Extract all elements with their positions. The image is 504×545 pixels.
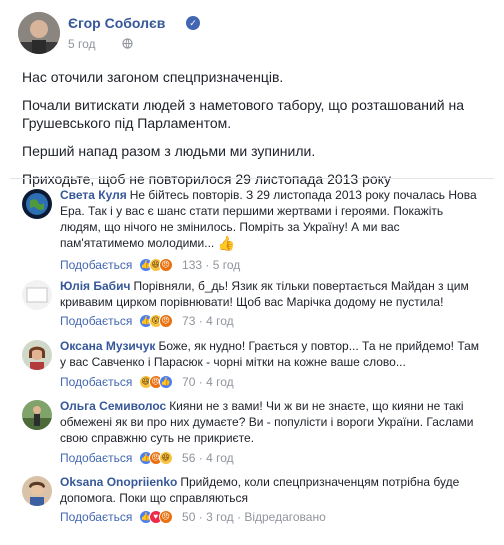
commenter-avatar[interactable] [22, 189, 52, 219]
comment-time[interactable]: 3 год [206, 510, 234, 524]
reactions-summary[interactable]: 👍 ♥ 😠 [138, 510, 177, 524]
angry-reaction-icon: 😠 [158, 314, 173, 328]
reactions-summary[interactable]: 👍 😆 😠 [138, 258, 177, 272]
separator-dot: · [236, 510, 241, 524]
commenter-avatar[interactable] [22, 400, 52, 430]
comments-divider [10, 178, 494, 179]
comment-time[interactable]: 4 год [206, 314, 234, 328]
comment-actions: Подобається 😆 😠 👍 70 · 4 год [60, 374, 234, 390]
comment-actions: Подобається 👍 😮 😠 73 · 4 год [60, 313, 234, 329]
commenter-avatar[interactable] [22, 476, 52, 506]
angry-reaction-icon: 😠 [158, 258, 173, 272]
comment-actions: Подобається 👍 😆 😠 133 · 5 год [60, 257, 240, 273]
like-link[interactable]: Подобається [60, 314, 132, 328]
commenter-name[interactable]: Оксана Музичук [60, 339, 155, 353]
reaction-count[interactable]: 56 [182, 451, 195, 465]
separator-dot: · [198, 314, 203, 328]
comment-body: Oksana Onopriienko Прийдемо, коли спецпри… [60, 474, 480, 506]
commenter-name[interactable]: Юлія Бабич [60, 279, 130, 293]
comment-time[interactable]: 4 год [206, 375, 234, 389]
comment-time[interactable]: 5 год [213, 258, 241, 272]
post-paragraph: Перший напад разом з людьми ми зупинили. [22, 143, 316, 159]
commenter-name[interactable]: Oksana Onopriienko [60, 475, 177, 489]
comment-actions: Подобається 👍 😠 😆 56 · 4 год [60, 450, 234, 466]
reaction-count[interactable]: 70 [182, 375, 195, 389]
commenter-avatar[interactable] [22, 340, 52, 370]
separator-dot: · [198, 451, 203, 465]
commenter-avatar[interactable] [22, 280, 52, 310]
like-link[interactable]: Подобається [60, 258, 132, 272]
comment-time[interactable]: 4 год [206, 451, 234, 465]
commenter-name[interactable]: Света Куля [60, 188, 127, 202]
post-paragraph: Нас оточили загоном спецпризначенців. [22, 69, 284, 85]
angry-reaction-icon: 😠 [158, 510, 173, 524]
reaction-count[interactable]: 73 [182, 314, 195, 328]
like-link[interactable]: Подобається [60, 510, 132, 524]
separator-dot: · [205, 258, 210, 272]
author-avatar[interactable] [18, 12, 60, 54]
like-link[interactable]: Подобається [60, 451, 132, 465]
reaction-count[interactable]: 133 [182, 258, 202, 272]
separator-dot: · [198, 510, 203, 524]
comment-body: Оксана Музичук Боже, як нудно! Грається у… [60, 338, 480, 370]
comment-actions: Подобається 👍 ♥ 😠 50 · 3 год · Відредаго… [60, 509, 326, 525]
reactions-summary[interactable]: 👍 😮 😠 [138, 314, 177, 328]
author-name[interactable]: Єгор Соболєв [68, 15, 165, 31]
thumbs-up-emoji-icon: 👍 [217, 235, 236, 251]
edited-label[interactable]: Відредаговано [244, 510, 325, 524]
post-paragraph: Почали витискати людей з наметового табо… [22, 97, 465, 131]
commenter-name[interactable]: Ольга Семиволос [60, 399, 166, 413]
reactions-summary[interactable]: 😆 😠 👍 [138, 375, 177, 389]
comment-body: Ольга Семиволос Кияни не з вами! Чи ж ви … [60, 398, 480, 446]
separator-dot: · [198, 375, 203, 389]
comment-body: Юлія Бабич Порівняли, б_дь! Язик як тільк… [60, 278, 480, 310]
facebook-post: Єгор Соболєв ✓ 5 год Нас оточили загоном… [0, 0, 504, 545]
comment-body: Света Куля Не бійтесь повторів. З 29 лист… [60, 187, 480, 251]
post-header: Єгор Соболєв ✓ 5 год [18, 12, 478, 56]
post-paragraph: Приходьте, щоб не повторилося 29 листопа… [22, 171, 391, 187]
like-reaction-icon: 👍 [158, 375, 173, 389]
reactions-summary[interactable]: 👍 😠 😆 [138, 451, 177, 465]
haha-reaction-icon: 😆 [158, 451, 173, 465]
reaction-count[interactable]: 50 [182, 510, 195, 524]
post-timestamp[interactable]: 5 год [68, 37, 96, 51]
like-link[interactable]: Подобається [60, 375, 132, 389]
globe-icon [122, 38, 133, 49]
verified-badge-icon: ✓ [186, 16, 200, 30]
